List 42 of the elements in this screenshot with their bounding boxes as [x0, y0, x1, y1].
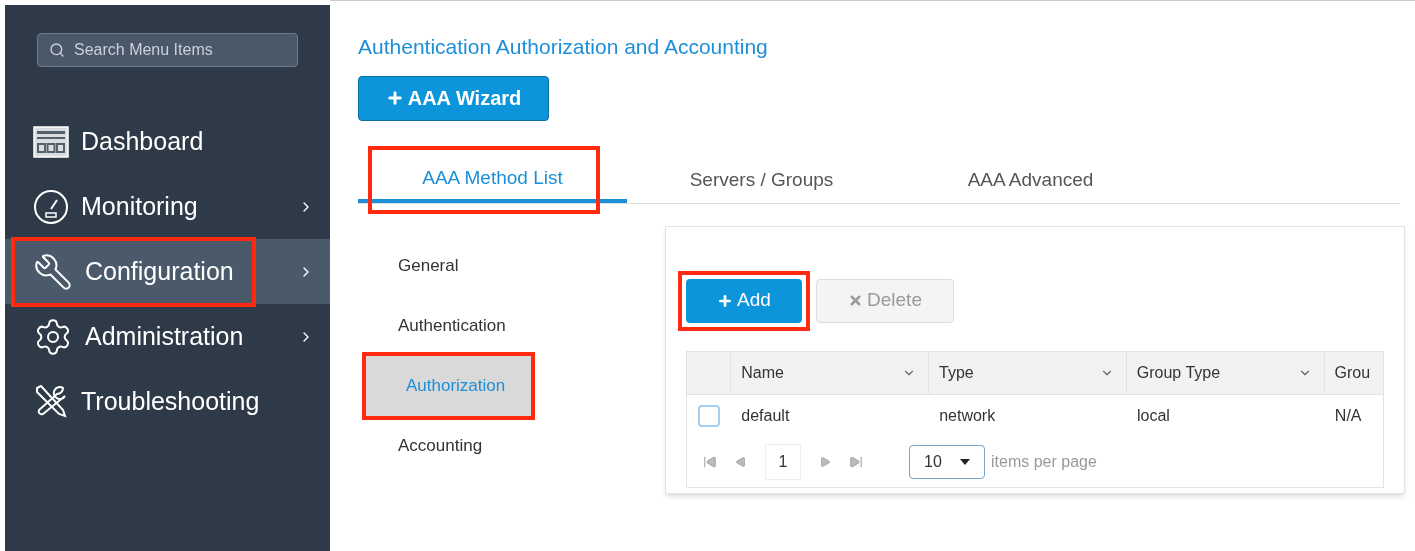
plus-icon — [385, 89, 404, 107]
page-number: 1 — [765, 443, 801, 480]
sidebar-label: Administration — [85, 320, 244, 352]
sidebar-item[interactable]: Monitoring — [5, 174, 330, 239]
plus-icon — [717, 292, 734, 309]
sidebar-item[interactable]: Configuration — [5, 239, 330, 304]
column-header[interactable]: Type — [929, 351, 1127, 394]
page-size-select[interactable]: 10 — [909, 444, 985, 479]
table-cell-text: local — [1136, 405, 1171, 426]
dashboard-icon — [33, 125, 69, 158]
sidebar-label: Configuration — [85, 255, 234, 287]
table-cell-text: default — [740, 405, 791, 426]
sidebar-item[interactable]: Dashboard — [5, 109, 330, 174]
next-page-icon[interactable] — [819, 455, 831, 468]
column-header[interactable]: Name — [731, 351, 929, 394]
sidebar-item[interactable]: Administration — [5, 304, 330, 369]
sidebar-item[interactable]: Troubleshooting — [5, 369, 330, 434]
previous-page-icon[interactable] — [735, 455, 747, 468]
wrench-icon — [33, 251, 73, 292]
gauge-icon — [33, 188, 69, 225]
dropdown-icon — [960, 458, 970, 465]
tab[interactable]: Servers / Groups — [627, 157, 896, 203]
tools-icon — [33, 383, 69, 420]
column-header[interactable]: Grou — [1324, 351, 1383, 394]
page-title: Authentication Authorization and Accounting — [358, 34, 769, 60]
search-icon — [49, 42, 65, 58]
last-page-icon[interactable] — [849, 454, 863, 469]
subnav-item[interactable]: Authentication — [358, 295, 660, 356]
sidebar-label: Troubleshooting — [81, 385, 260, 417]
subnav-item[interactable]: Accounting — [358, 415, 660, 476]
table-cell-text: N/A — [1333, 405, 1363, 426]
tab[interactable]: AAA Advanced — [896, 157, 1165, 203]
table-cell-text: network — [938, 405, 997, 426]
column-header[interactable]: Group Type — [1126, 351, 1325, 394]
search-field[interactable]: Search Menu Items — [37, 33, 298, 67]
sidebar-label: Dashboard — [81, 125, 204, 157]
page-size-label: items per page — [991, 451, 1097, 472]
row-checkbox[interactable] — [698, 404, 721, 427]
tab[interactable]: AAA Method List — [358, 157, 627, 203]
sidebar-label: Monitoring — [81, 190, 198, 222]
first-page-icon[interactable] — [703, 454, 717, 469]
subnav-item[interactable]: General — [358, 235, 660, 296]
